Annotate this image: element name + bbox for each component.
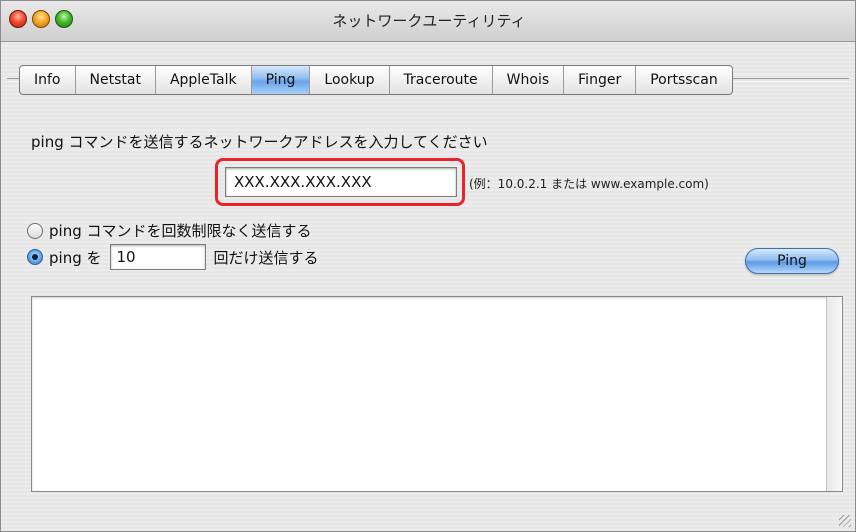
tab-lookup[interactable]: Lookup (310, 66, 390, 94)
radio-count-suffix: 回だけ送信する (213, 248, 319, 267)
tab-whois[interactable]: Whois (493, 66, 565, 94)
radio-row-unlimited[interactable]: ping コマンドを回数制限なく送信する (27, 220, 312, 241)
tab-ping[interactable]: Ping (251, 66, 311, 94)
address-example-text: (例：10.0.2.1 または www.example.com) (469, 177, 709, 191)
radio-unlimited-label: ping コマンドを回数制限なく送信する (49, 222, 312, 240)
ping-count-input[interactable]: 10 (109, 244, 206, 270)
radio-count-prefix: ping を (49, 248, 102, 267)
radio-count[interactable] (27, 249, 43, 265)
radio-unlimited[interactable] (27, 222, 43, 239)
tab-appletalk[interactable]: AppleTalk (156, 66, 252, 94)
ping-output-area[interactable] (31, 296, 843, 492)
ping-button[interactable]: Ping (745, 248, 839, 274)
tab-netstat[interactable]: Netstat (76, 66, 156, 94)
network-utility-window: ネットワークユーティリティ Info Netstat AppleTalk Pin… (0, 0, 856, 532)
tab-traceroute[interactable]: Traceroute (390, 66, 493, 94)
tab-info[interactable]: Info (20, 66, 76, 94)
address-prompt-label: ping コマンドを送信するネットワークアドレスを入力してください (31, 133, 488, 151)
address-input[interactable]: XXX.XXX.XXX.XXX (225, 167, 457, 197)
title-bar[interactable]: ネットワークユーティリティ (1, 1, 855, 42)
tab-bar: Info Netstat AppleTalk Ping Lookup Trace… (19, 65, 733, 95)
radio-row-count[interactable]: ping を 10 回だけ送信する (27, 244, 319, 270)
tab-portsscan[interactable]: Portsscan (636, 66, 732, 94)
output-scrollbar[interactable] (826, 297, 842, 491)
resize-grip[interactable] (839, 515, 851, 527)
tab-finger[interactable]: Finger (564, 66, 637, 94)
window-title: ネットワークユーティリティ (332, 12, 526, 30)
